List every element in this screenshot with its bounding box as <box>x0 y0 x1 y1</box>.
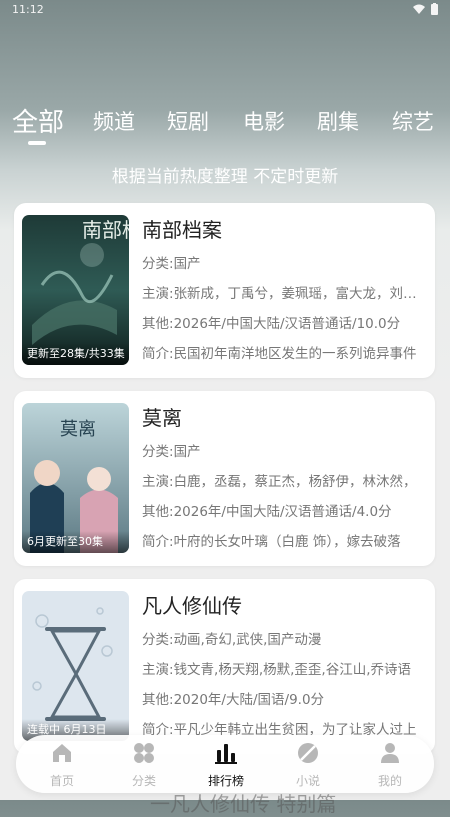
poster-title-text: 莫离 <box>60 419 96 440</box>
category-icon <box>134 743 154 763</box>
other-row: 其他:2026年/中国大陆/汉语普通话/4.0分 <box>142 497 422 527</box>
nav-category-label: 分类 <box>131 774 156 788</box>
ranking-icon <box>215 744 237 764</box>
other-label: 其他: <box>142 692 174 708</box>
tab-variety[interactable]: 综艺 <box>392 106 434 136</box>
cast-value: 钱文青,杨天翔,杨默,歪歪,谷江山,乔诗语 <box>173 662 412 678</box>
intro-value: 叶府的长女叶璃（白鹿 饰），嫁去破落 <box>173 534 401 550</box>
category-tabs: 全部 频道 短剧 电影 剧集 综艺 <box>0 100 450 150</box>
nav-category[interactable]: 分类 <box>102 735 186 793</box>
cast-row: 主演:白鹿，丞磊，蔡正杰，杨舒伊，林沐然， <box>142 467 422 497</box>
update-status: 更新至28集/共33集 <box>22 343 129 365</box>
update-status: 6月更新至30集 <box>22 531 129 553</box>
other-label: 其他: <box>142 316 174 332</box>
nav-profile[interactable]: 我的 <box>348 735 432 793</box>
tab-movie[interactable]: 电影 <box>243 106 285 136</box>
ranking-card[interactable]: 莫离 6月更新至30集 莫离 分类:国产 主演:白鹿，丞磊，蔡正杰，杨舒伊，林沐… <box>14 391 435 566</box>
poster-image[interactable]: 莫离 6月更新至30集 <box>22 403 129 553</box>
cast-value: 张新成，丁禹兮，姜珮瑶，富大龙，刘奕君 <box>173 286 422 302</box>
other-value: 2026年/中国大陆/汉语普通话/10.0分 <box>173 316 401 332</box>
category-label: 分类: <box>142 444 174 460</box>
category-value: 国产 <box>173 444 201 460</box>
category-row: 分类:动画,奇幻,武侠,国产动漫 <box>142 625 422 655</box>
show-title[interactable]: 南部档案 <box>142 215 422 247</box>
poster-image[interactable]: 南部档案 更新至28集/共33集 <box>22 215 129 365</box>
tab-series[interactable]: 剧集 <box>317 106 359 136</box>
nav-novel-label: 小说 <box>295 774 320 788</box>
nav-home[interactable]: 首页 <box>20 735 104 793</box>
show-title[interactable]: 凡人修仙传 <box>142 591 422 623</box>
cast-row: 主演:钱文青,杨天翔,杨默,歪歪,谷江山,乔诗语 <box>142 655 422 685</box>
intro-row: 简介:叶府的长女叶璃（白鹿 饰），嫁去破落 <box>142 527 422 557</box>
other-value: 2026年/中国大陆/汉语普通话/4.0分 <box>173 504 392 520</box>
poster-title-text: 南部档案 <box>82 218 129 242</box>
home-icon <box>53 744 71 762</box>
nav-ranking-label: 排行榜 <box>207 774 244 788</box>
nav-home-label: 首页 <box>49 774 74 788</box>
nav-novel[interactable]: 小说 <box>266 735 350 793</box>
category-label: 分类: <box>142 256 174 272</box>
cast-value: 白鹿，丞磊，蔡正杰，杨舒伊，林沐然， <box>173 474 417 490</box>
show-title[interactable]: 莫离 <box>142 403 422 435</box>
tab-short-drama[interactable]: 短剧 <box>167 106 209 136</box>
ranking-card[interactable]: 南部档案 更新至28集/共33集 南部档案 分类:国产 主演:张新成，丁禹兮，姜… <box>14 203 435 378</box>
cast-row: 主演:张新成，丁禹兮，姜珮瑶，富大龙，刘奕君 <box>142 279 422 309</box>
cast-label: 主演: <box>142 474 174 490</box>
category-value: 动画,奇幻,武侠,国产动漫 <box>173 632 322 648</box>
category-value: 国产 <box>173 256 201 272</box>
bottom-navigation: 首页 分类 排行榜 小说 我的 <box>16 735 434 793</box>
intro-label: 简介: <box>142 346 174 362</box>
tab-channel[interactable]: 频道 <box>93 106 135 136</box>
poster-image[interactable]: 连载中 6月13日 <box>22 591 129 741</box>
status-time: 11:12 <box>12 3 44 16</box>
status-bar: 11:12 <box>0 0 450 20</box>
other-value: 2020年/大陆/国语/9.0分 <box>173 692 325 708</box>
intro-value: 民国初年南洋地区发生的一系列诡异事件 <box>173 346 417 362</box>
status-icons <box>413 3 438 15</box>
category-label: 分类: <box>142 632 174 648</box>
active-tab-indicator <box>28 141 46 145</box>
nav-profile-label: 我的 <box>377 774 402 788</box>
novel-icon <box>298 743 318 763</box>
ranking-subtitle: 根据当前热度整理 不定时更新 <box>111 167 339 187</box>
category-row: 分类:国产 <box>142 437 422 467</box>
cast-label: 主演: <box>142 662 174 678</box>
profile-icon <box>381 743 399 763</box>
cast-label: 主演: <box>142 286 174 302</box>
intro-row: 简介:民国初年南洋地区发生的一系列诡异事件 <box>142 339 422 369</box>
other-row: 其他:2026年/中国大陆/汉语普通话/10.0分 <box>142 309 422 339</box>
category-row: 分类:国产 <box>142 249 422 279</box>
nav-ranking[interactable]: 排行榜 <box>184 735 268 793</box>
other-row: 其他:2020年/大陆/国语/9.0分 <box>142 685 422 715</box>
other-label: 其他: <box>142 504 174 520</box>
ranking-card[interactable]: 连载中 6月13日 凡人修仙传 分类:动画,奇幻,武侠,国产动漫 主演:钱文青,… <box>14 579 435 754</box>
tab-all[interactable]: 全部 <box>12 102 64 139</box>
wifi-icon <box>413 4 425 14</box>
battery-icon <box>431 3 438 15</box>
intro-label: 简介: <box>142 534 174 550</box>
